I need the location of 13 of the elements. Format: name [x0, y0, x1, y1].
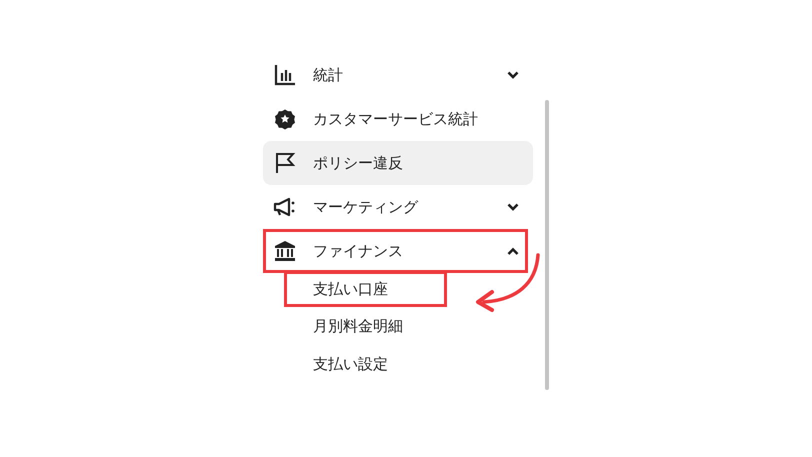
menu-item[interactable]: ポリシー違反	[263, 141, 533, 185]
bar-chart-icon	[274, 64, 296, 86]
megaphone-icon	[273, 196, 297, 218]
submenu-item[interactable]: 月別料金明細	[284, 307, 447, 345]
menu-item[interactable]: 統計	[263, 53, 533, 97]
flag-icon	[274, 152, 296, 174]
menu-item[interactable]: マーケティング	[263, 185, 533, 229]
bank-icon	[274, 240, 296, 262]
submenu-item[interactable]: 支払い口座	[284, 271, 447, 307]
curved-arrow	[476, 253, 540, 312]
star-badge-icon	[274, 108, 296, 130]
menu-item[interactable]: カスタマーサービス統計	[263, 97, 533, 141]
submenu-item[interactable]: 支払い設定	[284, 345, 447, 383]
